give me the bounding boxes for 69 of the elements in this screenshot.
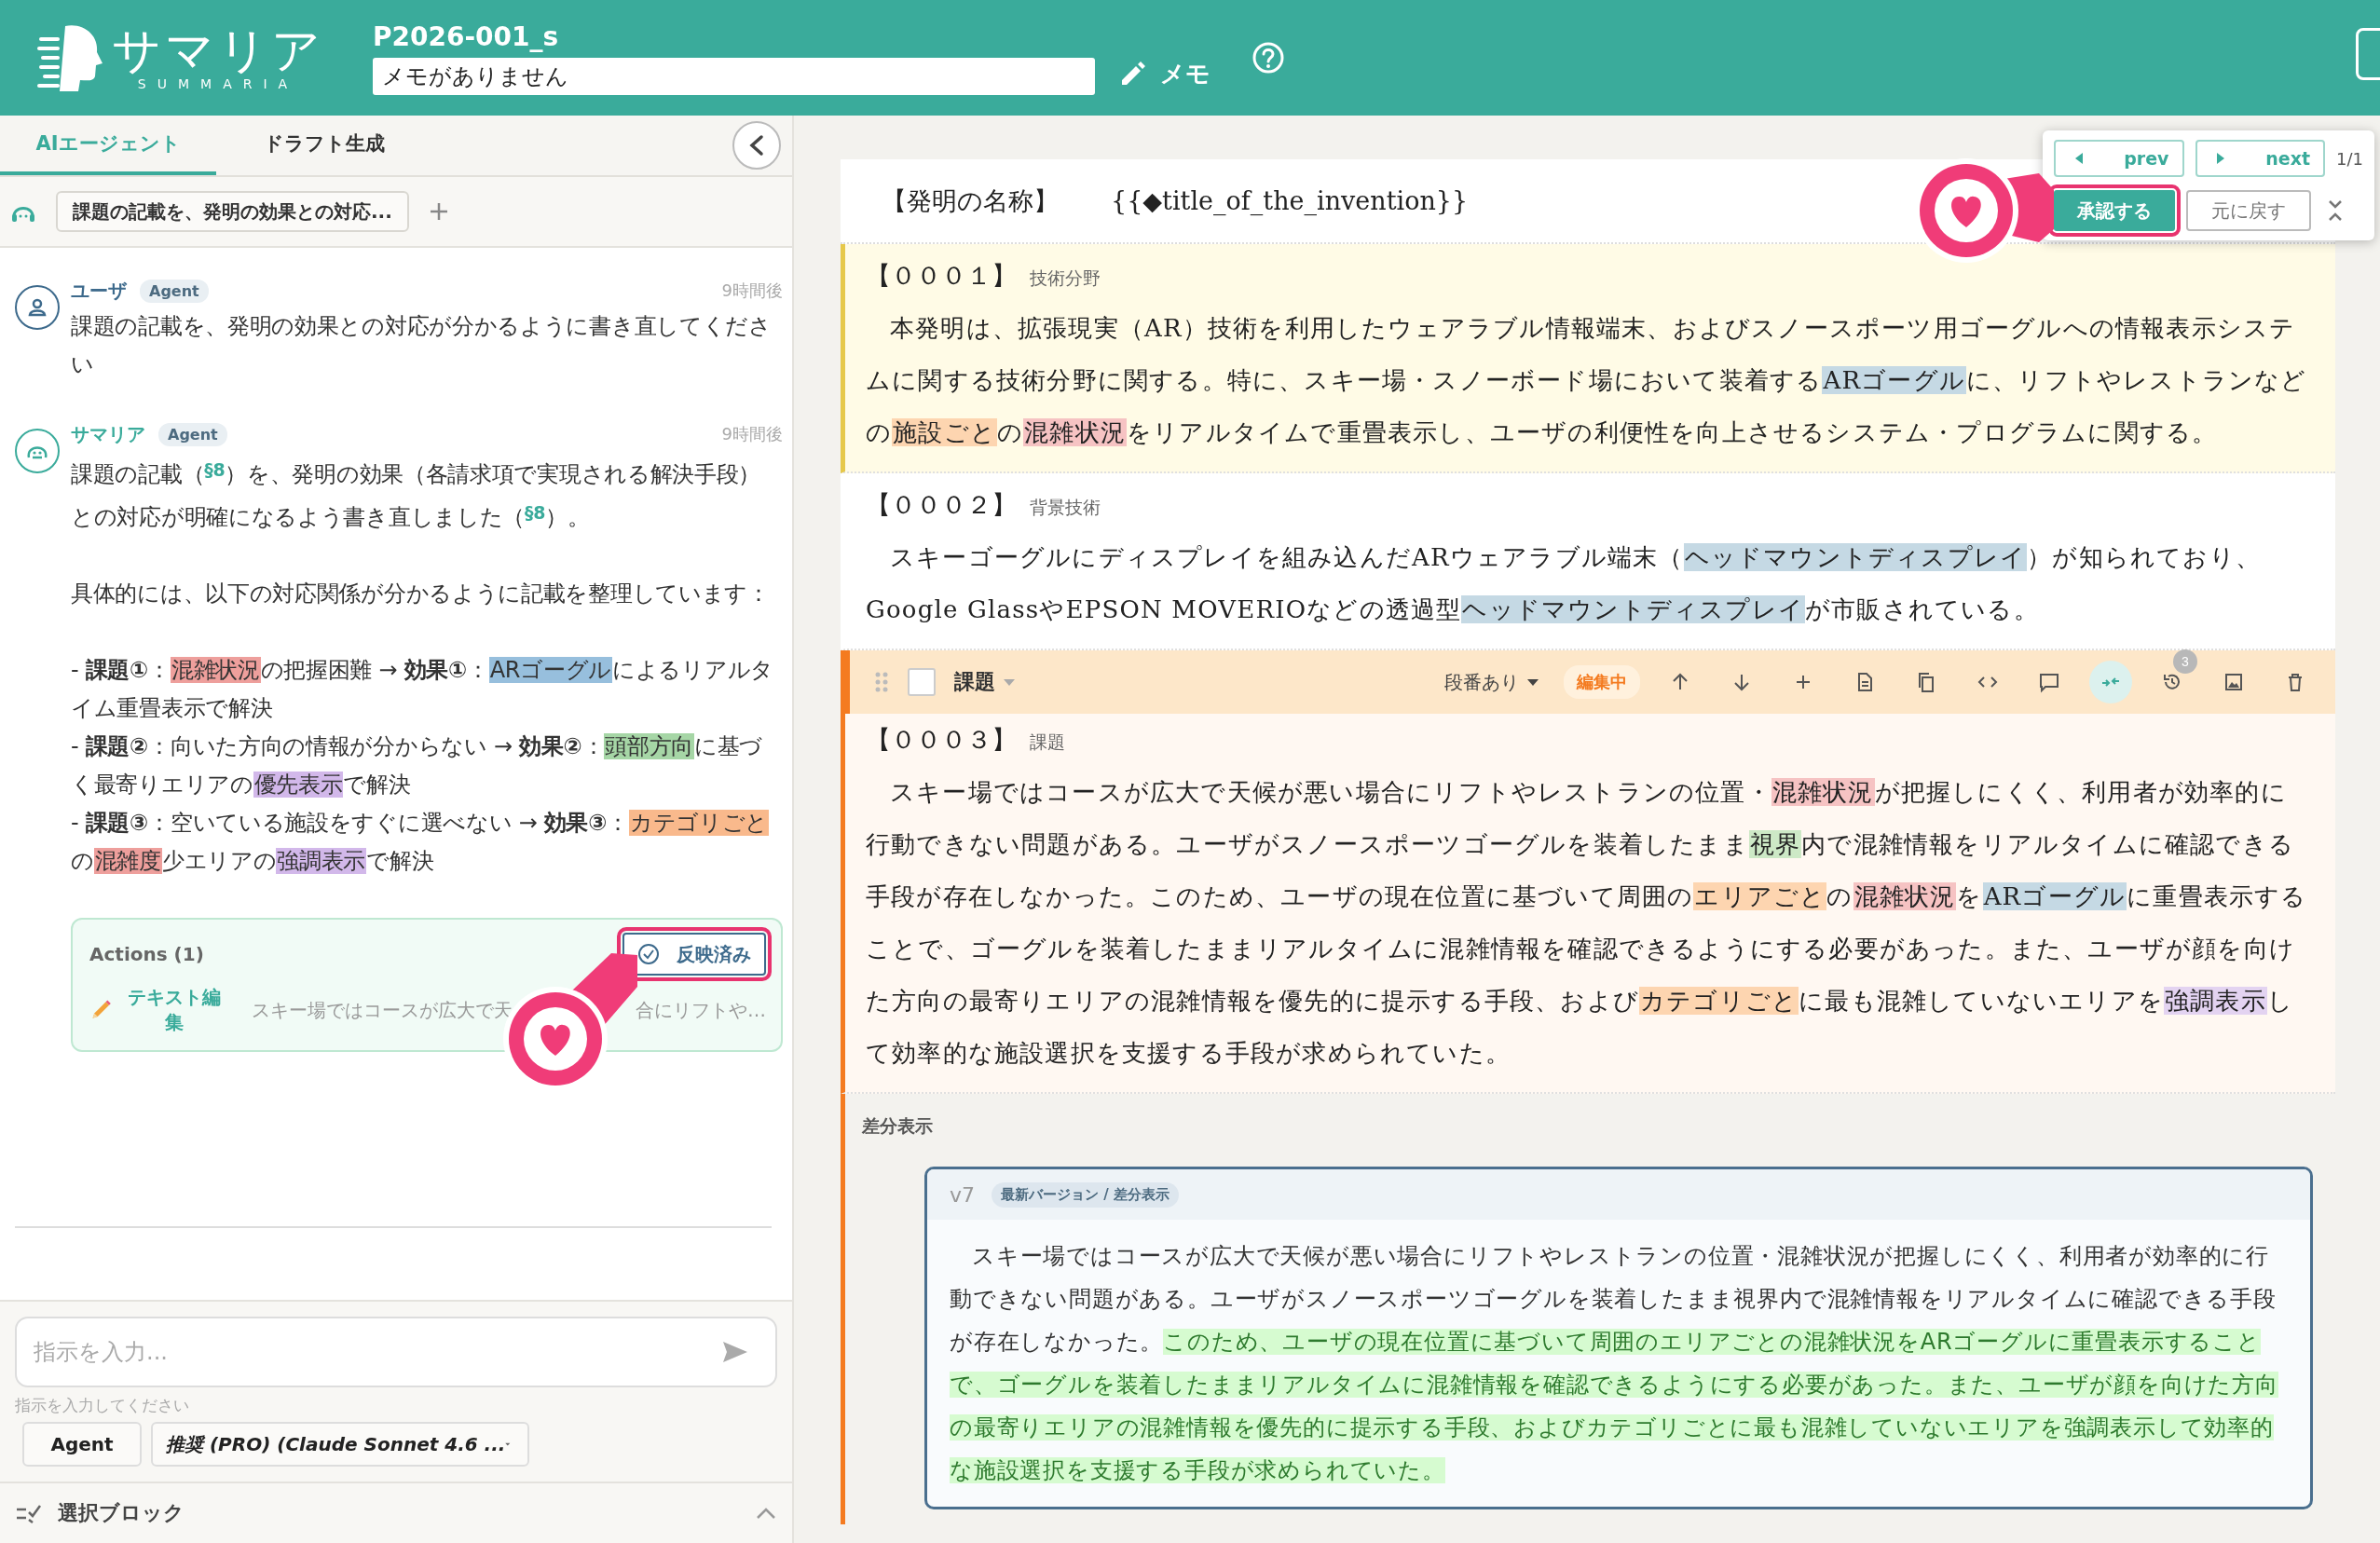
message-text: - 課題③：空いている施設をすぐに選べない → 効果③：カテゴリごと の混雑度少エリアの強調表示で解決	[71, 809, 771, 876]
triangle-right-icon	[2215, 152, 2225, 165]
model-dropdown[interactable]: 推奨 (PRO) (Claude Sonnet 4.6 ...	[151, 1422, 529, 1467]
logo-title: サマリア	[112, 24, 324, 76]
type-dropdown[interactable]: 課題	[954, 668, 1016, 696]
chevron-left-icon	[747, 134, 766, 157]
status-badge: 編集中	[1564, 665, 1640, 699]
input-hint: 指示を入力してください	[15, 1395, 190, 1416]
version-label: v7	[950, 1182, 976, 1207]
instruction-field[interactable]: 指示を入力...	[15, 1317, 777, 1387]
message-text: - 課題②：向いた方向の情報が分からない → 効果②：頭部方向 に基づく最寄りエリアの優先表示で解決	[71, 732, 764, 799]
memo-field[interactable]: メモがありません	[373, 57, 1095, 95]
diff-text: スキー場ではコースが広大で天候が悪い場合にリフトやレストランの位置・混雑状況が把握しにくく、利用者が効率的に行動できない問題がある。ユーザがスノースポーツゴーグルを装着したまま視界内で混雑情報をリアルタイムに確認できる手段が存在しなかった。このため、ユーザの現在位置に基づいて周囲のエリアごとの混雑状況をARゴーグルに重畳表示することで、ゴーグルを装着したままリアルタイムに混雑情報を確認できるようにする必要があった。また、ユーザが顔を向けた方向の最寄りエリアの混雑情報を優先的に提示する手段、およびカテゴリごとに最も混雑していないエリアを強調表示して効率的な施設選択を支援する手段が求められていた。	[949, 1242, 2279, 1485]
project-title: P2026-001_s	[373, 20, 560, 52]
section-label: 背景技術	[1030, 496, 1101, 519]
author-name: サマリア	[71, 421, 145, 447]
avatar-icon	[15, 429, 60, 473]
paragraph-text: 本発明は、拡張現実（AR）技術を利用したウェアラブル情報端末、およびスノースポーツ用ゴーグルへの情報表示システムに関する技術分野に関する。特に、スキー場・スノーボード場において装着する ARゴーグルに、リフトやレストランなどの施設ごと の混雑状況 をリアルタイムで重畳表示し、ユーザの利便性を向上させるシステム・プログラムに関する。	[866, 313, 2308, 448]
agent-badge: Agent	[140, 279, 209, 303]
paragraph-number: 【０００１】	[866, 260, 1017, 292]
message-text: 課題の記載（$^{§8}$）を、発明の効果（各請求項で実現される解決手段）との対応が明確になるよう書き直しました（$^{§8}$）。	[71, 458, 762, 532]
drag-handle-icon[interactable]	[874, 671, 889, 693]
section-title: 差分表示	[862, 1114, 934, 1138]
revert-button[interactable]: 元に戻す	[2186, 190, 2311, 231]
paragraph-number: 【０００３】	[866, 724, 1017, 756]
section-link[interactable]: §8	[204, 459, 226, 480]
count-badge: 3	[2173, 649, 2197, 674]
chevron-icon[interactable]	[755, 1506, 777, 1521]
numbering-dropdown[interactable]: 段番あり	[1439, 668, 1545, 696]
field-value: {{◆title_of_the_invention}}	[1111, 186, 1469, 215]
caret-icon	[1003, 677, 1016, 687]
author-name: ユーザ	[71, 278, 127, 304]
collapse-icon[interactable]	[2326, 198, 2345, 223]
paragraph-number: 【０００２】	[866, 489, 1017, 521]
comment-icon[interactable]	[2038, 671, 2060, 693]
tab[interactable]: ドラフト生成	[216, 116, 432, 175]
thread-tab[interactable]: 課題の記載を、発明の効果との対応...	[56, 191, 409, 232]
help-icon[interactable]	[1252, 41, 1285, 75]
next-button[interactable]: next	[2195, 140, 2326, 177]
action-link[interactable]: テキスト編集	[125, 985, 224, 1035]
memo-button[interactable]: メモ	[1119, 57, 1211, 90]
triangle-left-icon	[2074, 152, 2084, 165]
collapse-button[interactable]	[732, 121, 781, 170]
actions-title: Actions (1)	[89, 943, 204, 965]
paragraph-text: スキーゴーグルにディスプレイを組み込んだARウェアラブル端末（ヘッドマウントディスプレイ）が知られており、Google GlassやEPSON MOVERIOなどの透過型ヘッドマウントディスプレイ が市販されている。	[866, 542, 2262, 625]
section-label: 課題	[1030, 731, 1065, 754]
paragraph-text: スキー場ではコースが広大で天候が悪い場合にリフトやレストランの位置・混雑状況が把握しにくく、利用者が効率的に行動できない問題がある。ユーザがスノースポーツゴーグルを装着したまま 視界内で混雑情報をリアルタイムに確認できる手段が存在しなかった。このため、ユーザの現在位置に基づいて周囲の エリアごと の混雑状況 をARゴーグルに重畳表示することで、ゴーグルを装着したままリアルタイムに混雑情報を確認できるようにする必要があった。また、ユーザが顔を向けた方向の最寄りエリアの混雑情報を優先的に提示する手段、およびカテゴリごと に最も混雑していないエリアを強調表示 して効率的な施設選択を支援する手段が求められていた。	[866, 777, 2308, 1069]
message-text: 具体的には、以下の対応関係が分かるように記載を整理しています：	[71, 580, 771, 608]
section-link[interactable]: §8	[525, 502, 546, 523]
section-label: 技術分野	[1030, 266, 1101, 290]
version-badge: 最新バージョン / 差分表示	[992, 1181, 1179, 1208]
timestamp: 9時間後	[721, 423, 783, 445]
message-text: 課題の記載を、発明の効果との対応が分かるように書き直してください	[71, 312, 773, 379]
caret-icon	[1526, 677, 1539, 687]
agent-badge: Agent	[158, 422, 227, 446]
checkbox[interactable]	[908, 668, 936, 696]
timestamp: 9時間後	[721, 280, 783, 302]
field-label: 【発明の名称】	[882, 184, 1059, 217]
message-text: - 課題①：混雑状況の把握困難 → 効果①：ARゴーグルによるリアルタイム重畳表示で解決	[71, 656, 774, 723]
avatar-icon	[15, 285, 60, 330]
pencil-icon	[1119, 60, 1147, 88]
image-icon[interactable]	[2223, 671, 2245, 693]
page-counter: 1/1	[2336, 148, 2363, 169]
section-title: 選択ブロック	[58, 1500, 185, 1526]
logo-subtitle: SUMMARIA	[137, 76, 299, 91]
prev-button[interactable]: prev	[2054, 140, 2184, 177]
check-circle-icon	[637, 943, 660, 965]
mode-button[interactable]: Agent	[22, 1422, 142, 1467]
action-preview: 合にリフトや…	[636, 997, 766, 1023]
